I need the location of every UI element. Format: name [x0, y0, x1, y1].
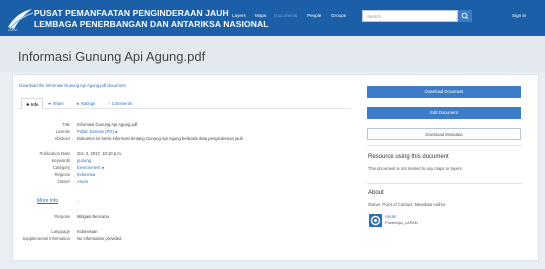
search-icon	[461, 12, 469, 20]
category-label: Category	[53, 165, 70, 170]
page-title: Informasi Gunung Api Agung.pdf	[18, 49, 206, 64]
sign-in-link[interactable]: Sign in	[512, 13, 526, 18]
about-text: Owner, Point of Contact, Metadata Author	[368, 202, 446, 207]
nav-layers[interactable]: Layers	[232, 13, 246, 18]
tab-comments-label: Comments	[111, 101, 132, 106]
divider	[367, 183, 522, 184]
category-text: Environment	[77, 165, 101, 170]
edit-document-button[interactable]: Edit Document	[367, 107, 521, 119]
download-metadata-button[interactable]: Download Metadata	[367, 128, 521, 140]
tab-comments[interactable]: ○ Comments	[108, 98, 132, 109]
purpose-label: Purpose	[54, 214, 70, 219]
nav-documents[interactable]: Documents	[274, 13, 297, 18]
more-info-dash: -	[77, 199, 79, 204]
brand-sub: LAPAN	[8, 28, 18, 32]
avatar[interactable]	[369, 214, 382, 227]
license-value[interactable]: Public Domain (PD) ●	[77, 129, 117, 134]
user-icon	[370, 215, 381, 226]
supplemental-value: No information provided	[77, 236, 122, 241]
language-value: Indonesian	[77, 229, 98, 234]
brand-line-2: LEMBAGA PENERBANGAN DAN ANTARIKSA NASION…	[34, 19, 269, 29]
owner-label: Owner	[57, 179, 70, 184]
comment-icon: ○	[108, 101, 111, 106]
tab-share-label: Share	[52, 101, 64, 106]
regions-value[interactable]: Indonesia	[77, 172, 95, 177]
license-label: License	[55, 129, 70, 134]
divider	[367, 145, 522, 146]
search-button[interactable]	[458, 10, 472, 22]
license-text: Public Domain (PD)	[77, 129, 114, 134]
owner-value[interactable]: Anum	[77, 179, 88, 184]
share-icon: ➦	[48, 101, 52, 106]
more-info-link[interactable]: More Info	[37, 198, 58, 204]
about-title: About	[368, 190, 384, 196]
search-input[interactable]: Search	[362, 10, 458, 22]
regions-label: Regions	[54, 172, 70, 177]
category-value[interactable]: Environment ●	[77, 165, 104, 170]
tab-bar	[17, 97, 351, 109]
abstract-value: Dokumen ini berisi informasi tentang Gun…	[77, 136, 243, 141]
owner-name-link[interactable]: Anum	[385, 214, 396, 219]
nav-people[interactable]: People	[307, 13, 321, 18]
purpose-value: Mitigasi Bencana	[77, 214, 109, 219]
tab-info[interactable]: ❖ Info	[21, 98, 43, 109]
nav-groups[interactable]: Groups	[331, 13, 346, 18]
publication-date-value: Oct. 2, 2017, 10:10 p.m.	[77, 151, 122, 156]
tab-info-label: Info	[30, 102, 39, 107]
owner-organization: Pustekdja_LAPAN	[385, 220, 418, 225]
resource-using-text: This document is not related to any maps…	[368, 166, 462, 171]
title-value: Informasi Gunung Api Agung.pdf	[77, 122, 138, 127]
info-icon: ❖	[26, 102, 30, 107]
language-label: Language	[51, 229, 70, 234]
title-label: Title	[62, 122, 70, 127]
brand-line-1: PUSAT PEMANFAATAN PENGINDERAAN JAUH	[34, 8, 229, 18]
tab-share[interactable]: ➦ Share	[48, 98, 64, 109]
download-document-button[interactable]: Download Document	[367, 86, 521, 98]
star-icon: ★	[76, 101, 80, 106]
tab-ratings-label: Ratings	[80, 101, 96, 106]
info-circle-icon: ●	[114, 129, 118, 134]
keywords-value[interactable]: gunung	[77, 158, 91, 163]
publication-date-label: Publication Date	[39, 151, 71, 156]
resource-using-title: Resource using this document	[368, 154, 449, 160]
supplemental-label: Supplemental Information	[22, 236, 70, 241]
info-circle-icon: ●	[101, 165, 105, 170]
nav-maps[interactable]: Maps	[255, 13, 266, 18]
tab-ratings[interactable]: ★ Ratings	[76, 98, 95, 109]
download-document-link[interactable]: Download the Informasi Gunung Api Agung.…	[19, 83, 126, 88]
abstract-label: Abstract	[54, 136, 70, 141]
keywords-label: Keywords	[51, 158, 70, 163]
